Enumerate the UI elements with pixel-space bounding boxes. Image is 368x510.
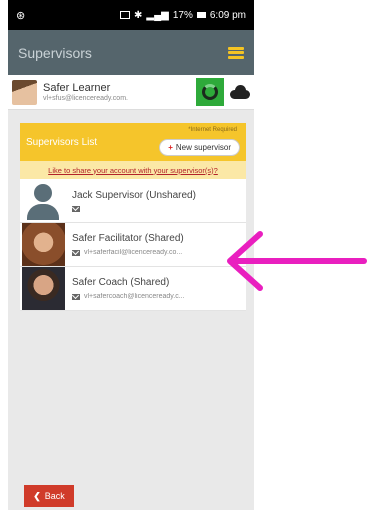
new-supervisor-button[interactable]: + New supervisor	[159, 138, 240, 156]
learner-avatar	[12, 79, 37, 105]
supervisor-email: vl+saferfacil@licenceready.co...	[84, 249, 183, 256]
supervisor-row[interactable]: Jack Supervisor (Unshared)	[20, 179, 246, 223]
supervisor-row[interactable]: Safer Facilitator (Shared) vl+saferfacil…	[20, 223, 246, 267]
page-title: Supervisors	[18, 44, 92, 61]
supervisor-email: vl+safercoach@licenceready.c...	[84, 293, 185, 300]
hamburger-icon[interactable]	[228, 46, 244, 59]
supervisor-name: Safer Coach (Shared)	[72, 277, 170, 288]
sync-status-button[interactable]	[196, 78, 224, 106]
supervisor-row[interactable]: Safer Coach (Shared) vl+safercoach@licen…	[20, 267, 246, 311]
learner-email: vl+sfus@licenceready.com.	[43, 95, 128, 102]
internet-required-note: *Internet Required	[188, 127, 237, 133]
phone-screen: ⊛ ✱ ▂▄▆ 17% 6:09 pm Supervisors Safer Le…	[8, 0, 254, 510]
status-bar: ⊛ ✱ ▂▄▆ 17% 6:09 pm	[8, 0, 254, 30]
status-icons: ✱ ▂▄▆ 17% 6:09 pm	[119, 9, 246, 21]
bluetooth-icon: ✱	[133, 9, 143, 21]
supervisor-email-line: vl+safercoach@licenceready.c...	[72, 293, 246, 300]
chevron-left-icon: ❮	[33, 490, 41, 501]
learner-name: Safer Learner	[43, 82, 111, 94]
back-button[interactable]: ❮ Back	[24, 485, 74, 507]
app-bar: Supervisors	[8, 30, 254, 75]
clock: 6:09 pm	[209, 9, 246, 21]
supervisor-photo	[22, 223, 65, 266]
signal-icon: ▂▄▆	[146, 9, 169, 21]
plus-icon: +	[168, 142, 173, 152]
supervisors-panel: Supervisors List *Internet Required + New…	[20, 123, 246, 311]
new-supervisor-label: New supervisor	[175, 142, 231, 152]
spinner-icon	[202, 84, 218, 100]
default-avatar-icon	[22, 179, 65, 222]
notification-icon: ⊛	[16, 9, 26, 22]
cloud-sync-icon[interactable]	[230, 85, 250, 99]
back-label: Back	[44, 491, 65, 501]
supervisor-email-line: vl+saferfacil@licenceready.co...	[72, 249, 246, 256]
supervisor-photo	[22, 267, 65, 310]
battery-icon	[196, 12, 206, 18]
supervisor-name: Safer Facilitator (Shared)	[72, 233, 184, 244]
envelope-icon	[72, 293, 80, 300]
supervisor-name: Jack Supervisor (Unshared)	[72, 189, 196, 201]
panel-header: Supervisors List *Internet Required + New…	[20, 123, 246, 161]
envelope-icon	[72, 249, 80, 256]
supervisor-email-line	[72, 205, 246, 212]
supervisor-info: Safer Coach (Shared) vl+safercoach@licen…	[72, 277, 246, 300]
battery-percent: 17%	[172, 9, 193, 21]
envelope-icon	[72, 205, 80, 212]
learner-bar: Safer Learner vl+sfus@licenceready.com.	[8, 75, 254, 110]
supervisor-info: Safer Facilitator (Shared) vl+saferfacil…	[72, 233, 246, 256]
share-account-link[interactable]: Like to share your account with your sup…	[20, 161, 246, 179]
learner-info: Safer Learner vl+sfus@licenceready.com.	[43, 82, 196, 102]
sim-icon	[119, 11, 130, 19]
annotation-arrow-icon	[227, 231, 367, 291]
panel-title: Supervisors List	[26, 136, 98, 148]
supervisor-info: Jack Supervisor (Unshared)	[72, 190, 246, 212]
